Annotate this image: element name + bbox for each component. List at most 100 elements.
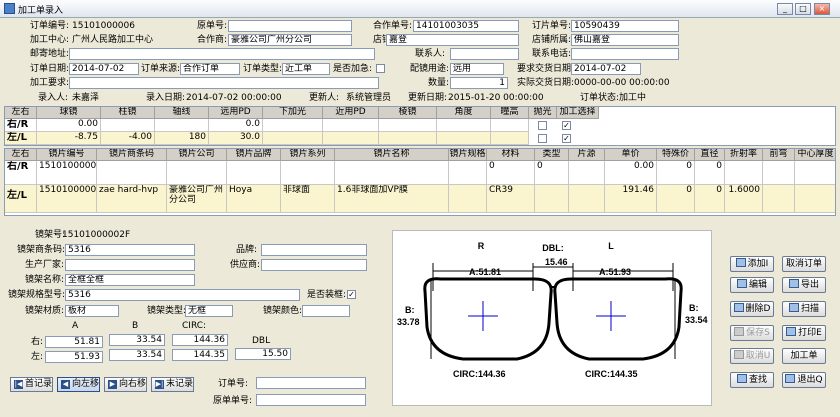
usage-select[interactable]: 远用 [450, 63, 504, 75]
polish-checkbox[interactable] [538, 121, 547, 130]
minimize-button[interactable]: _ [777, 3, 793, 15]
lens-special[interactable]: 0 [657, 185, 695, 213]
lens-diameter[interactable]: 0 [695, 185, 725, 213]
frame-name-input[interactable]: 全框全框 [65, 274, 195, 286]
add-button[interactable]: 添加I [730, 256, 774, 272]
undo-button[interactable]: 取消U [730, 348, 774, 364]
move-right-button[interactable]: ▶ 向右移 [104, 377, 147, 392]
exit-button[interactable]: 退出Q [782, 372, 826, 388]
lens-thickness[interactable] [795, 161, 835, 185]
lens-price[interactable]: 191.46 [605, 185, 657, 213]
lens-brand[interactable]: Hoya [227, 185, 281, 213]
left-b-input[interactable]: 33.54 [109, 349, 165, 361]
rx-cyl[interactable]: -4.00 [101, 132, 155, 145]
lens-special[interactable]: 0 [657, 161, 695, 185]
right-b-input[interactable]: 33.54 [109, 334, 165, 346]
frame-spec-input[interactable]: 5316 [65, 289, 300, 301]
contract-no-input[interactable]: 14101003035 [413, 20, 519, 32]
maximize-button[interactable]: □ [795, 3, 811, 15]
lens-company[interactable] [167, 161, 227, 185]
right-a-input[interactable]: 51.81 [45, 336, 103, 348]
rx-height[interactable] [491, 119, 529, 132]
lens-brand[interactable] [227, 161, 281, 185]
lens-diameter[interactable]: 0 [695, 161, 725, 185]
move-left-button[interactable]: ◀ 向左移 [57, 377, 100, 392]
first-record-button[interactable]: |◀ 首记录 [10, 377, 53, 392]
lens-curve[interactable] [763, 185, 795, 213]
right-circ-input[interactable]: 144.36 [172, 334, 228, 346]
frame-supplier-input[interactable] [261, 259, 367, 271]
lens-type[interactable] [535, 185, 569, 213]
polish-checkbox[interactable] [538, 134, 547, 143]
lens-type[interactable]: 0 [535, 161, 569, 185]
rx-angle[interactable] [437, 119, 491, 132]
lens-material[interactable]: CR39 [487, 185, 535, 213]
rx-add[interactable] [263, 132, 323, 145]
lens-company[interactable]: 豪雅公司广州分公司 [167, 185, 227, 213]
urgent-checkbox[interactable] [376, 64, 385, 73]
rx-prism[interactable] [379, 132, 437, 145]
lens-spec[interactable] [449, 161, 487, 185]
date-input[interactable]: 2014-07-02 [69, 63, 139, 75]
lens-spec[interactable] [449, 185, 487, 213]
delete-button[interactable]: 删除D [730, 301, 774, 317]
edit-button[interactable]: 编辑 [730, 277, 774, 293]
phone-input[interactable] [571, 48, 679, 60]
rx-npd[interactable] [323, 132, 379, 145]
lens-material[interactable]: 0 [487, 161, 535, 185]
frame-material-select[interactable]: 板材 [65, 305, 119, 317]
qty-input[interactable]: 1 [450, 77, 508, 89]
rx-pd[interactable]: 30.0 [209, 132, 263, 145]
req-input[interactable] [69, 77, 379, 89]
rx-cyl[interactable] [101, 119, 155, 132]
frame-barcode-input[interactable]: 5316 [65, 244, 195, 256]
lens-name[interactable] [335, 161, 449, 185]
lens-code[interactable]: 15101000002R [37, 161, 97, 185]
save-button[interactable]: 保存S [730, 325, 774, 341]
process-checkbox[interactable]: ✓ [562, 134, 571, 143]
process-checkbox[interactable]: ✓ [562, 121, 571, 130]
rx-add[interactable] [263, 119, 323, 132]
lens-barcode[interactable]: zae hard-hvp [97, 185, 167, 213]
lens-source[interactable] [569, 185, 605, 213]
contact-input[interactable] [450, 48, 519, 60]
frame-brand-input[interactable] [261, 244, 367, 256]
frame-color-select[interactable] [302, 305, 350, 317]
lens-price[interactable]: 0.00 [605, 161, 657, 185]
frame-mounted-checkbox[interactable]: ✓ [347, 290, 356, 299]
cancel-order-button[interactable]: 取消订单 [782, 256, 826, 272]
left-circ-input[interactable]: 144.35 [172, 349, 228, 361]
rx-pd[interactable]: 0.0 [209, 119, 263, 132]
lens-name[interactable]: 1.6非球面加VP膜 [335, 185, 449, 213]
lens-series[interactable] [281, 161, 335, 185]
lens-barcode[interactable] [97, 161, 167, 185]
partner-input[interactable]: 豪雅公司广州分公司 [228, 34, 352, 46]
store-input[interactable]: 嘉登 [386, 34, 519, 46]
left-a-input[interactable]: 51.93 [45, 351, 103, 363]
rx-prism[interactable] [379, 119, 437, 132]
source-select[interactable]: 合作订单 [180, 63, 240, 75]
piece-no-input[interactable]: 10590439 [571, 20, 679, 32]
rx-angle[interactable] [437, 132, 491, 145]
rx-axis[interactable]: 180 [155, 132, 209, 145]
lens-source[interactable] [569, 161, 605, 185]
lens-curve[interactable] [763, 161, 795, 185]
lens-index[interactable]: 1.6000 [725, 185, 763, 213]
process-sheet-button[interactable]: 加工单 [782, 348, 826, 364]
rx-npd[interactable] [323, 119, 379, 132]
print-button[interactable]: 打印E [782, 325, 826, 341]
close-button[interactable]: × [814, 3, 830, 15]
orig-no-input[interactable] [228, 20, 352, 32]
frame-maker-input[interactable] [65, 259, 195, 271]
lens-index[interactable] [725, 161, 763, 185]
export-button[interactable]: 导出 [782, 277, 826, 293]
rx-height[interactable] [491, 132, 529, 145]
type-select[interactable]: 近工单 [282, 63, 330, 75]
rx-sph[interactable]: 0.00 [37, 119, 101, 132]
addr-input[interactable] [69, 48, 375, 60]
nav-orig-no-input[interactable] [256, 394, 366, 406]
dbl-input[interactable]: 15.50 [235, 348, 291, 360]
req-date-input[interactable]: 2014-07-02 [571, 63, 641, 75]
lens-series[interactable]: 非球面 [281, 185, 335, 213]
rx-axis[interactable] [155, 119, 209, 132]
